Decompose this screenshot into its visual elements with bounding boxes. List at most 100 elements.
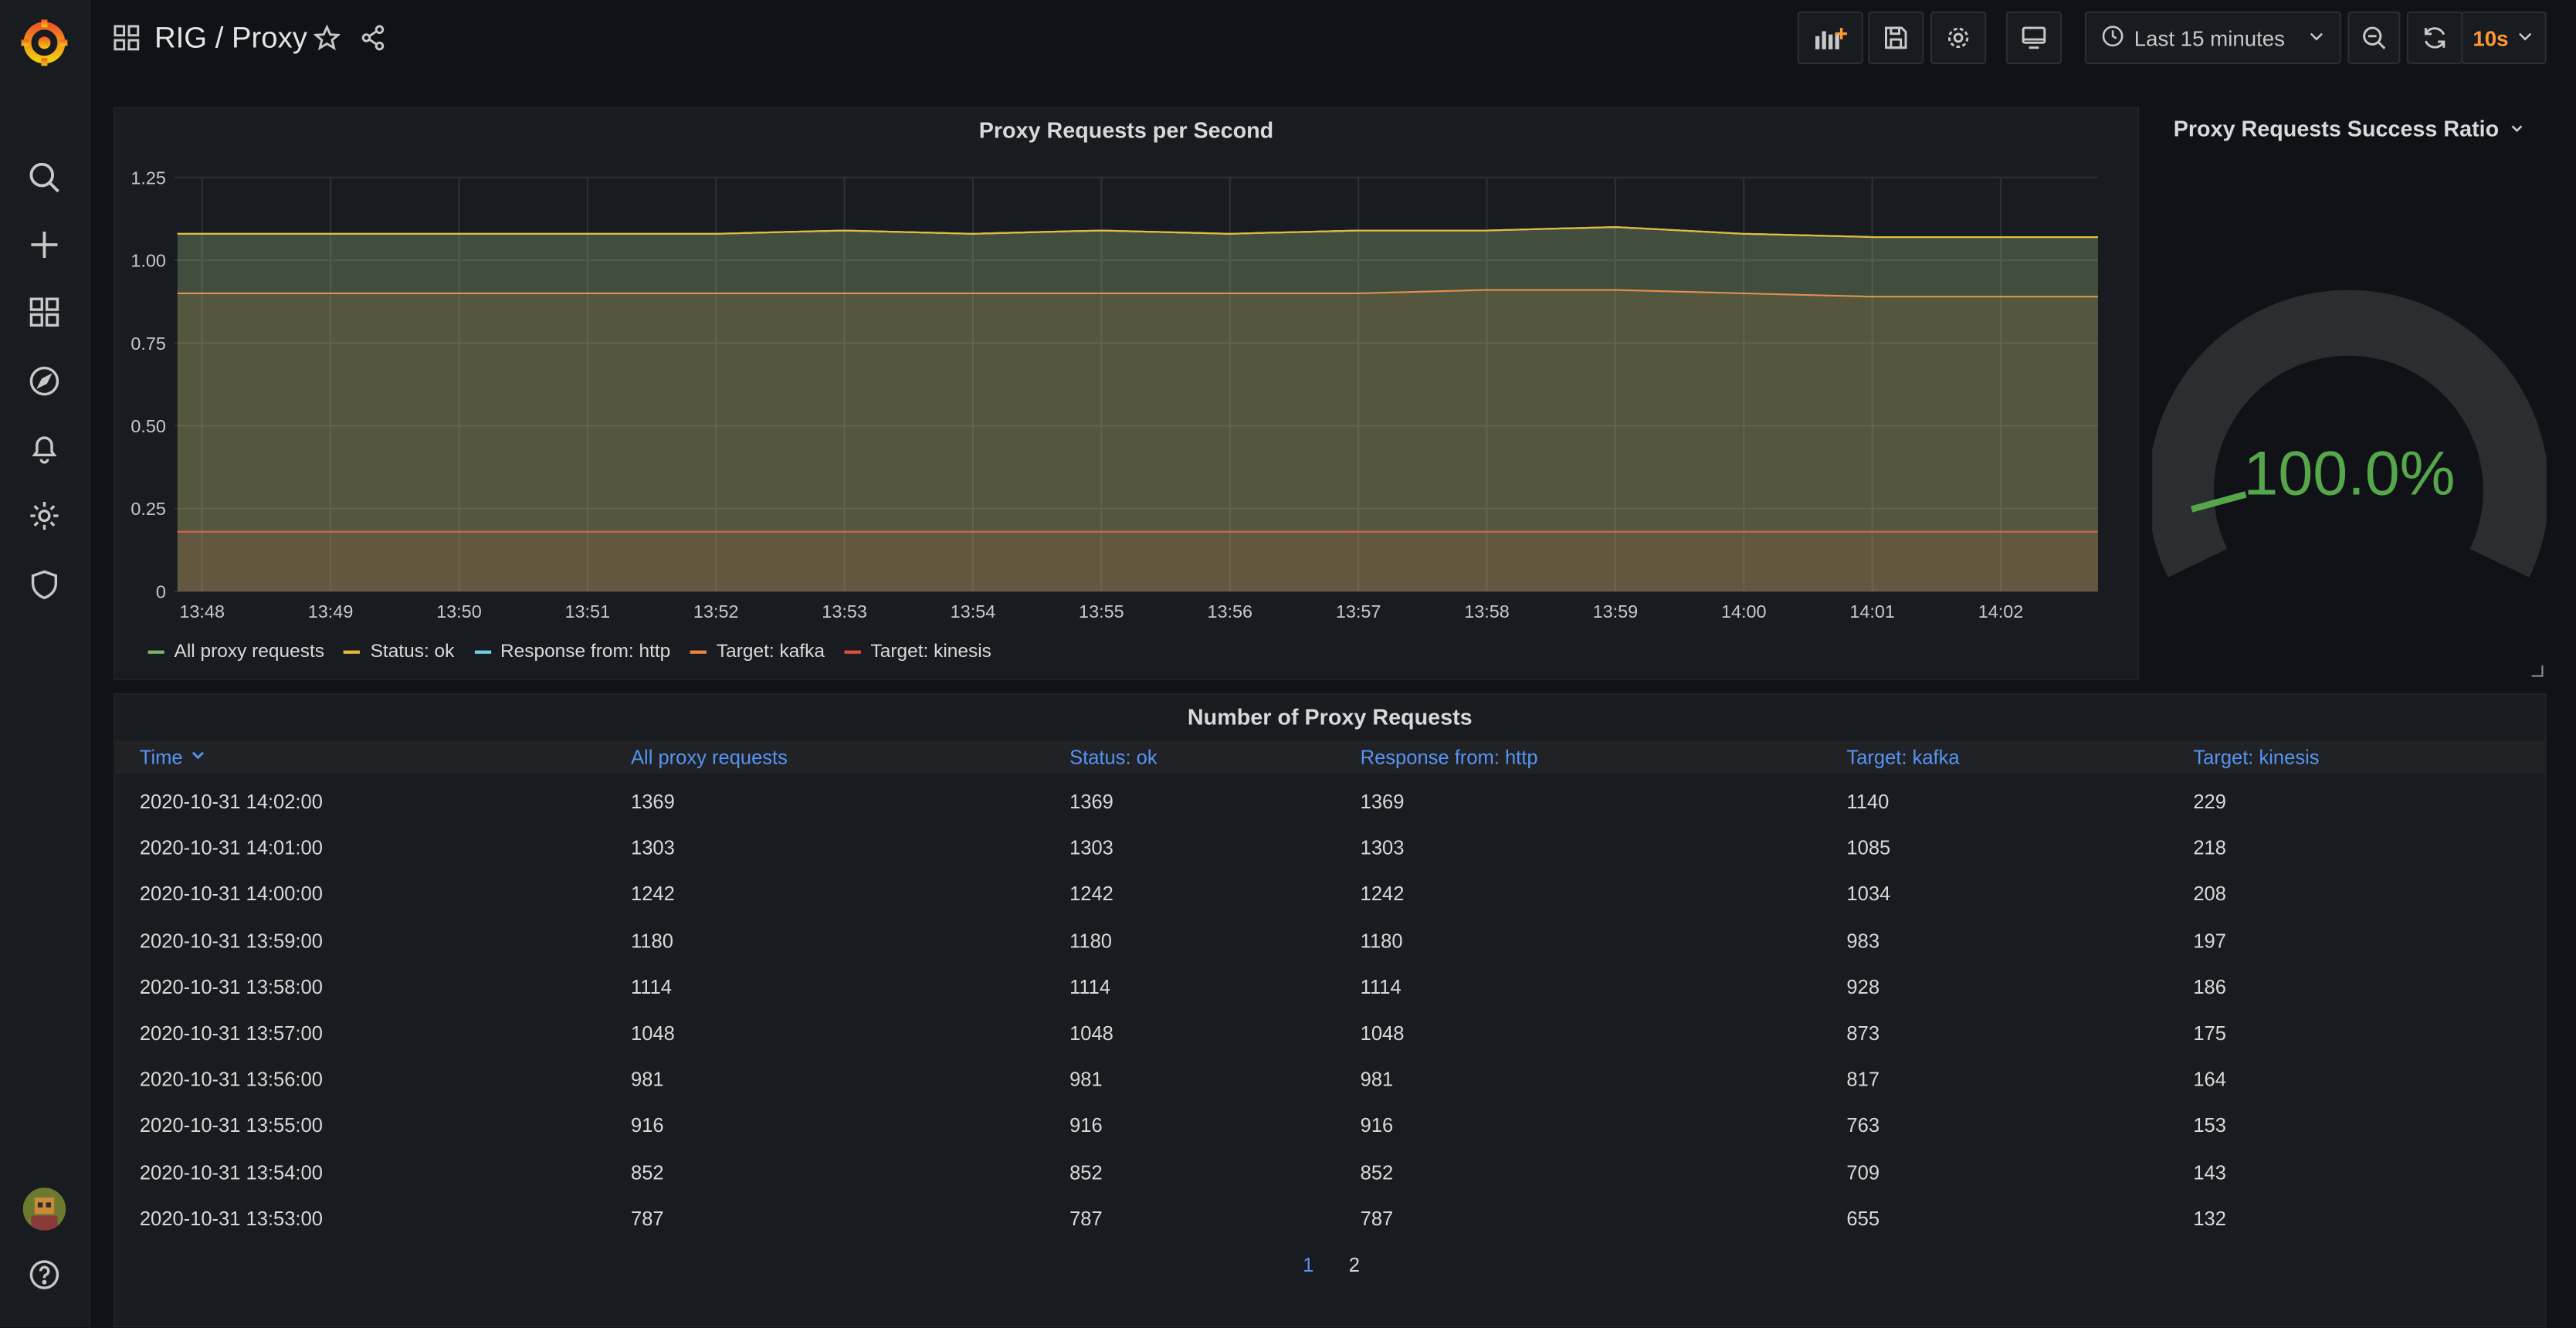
table-cell: 787 xyxy=(1069,1207,1103,1231)
table-row: 2020-10-31 13:57:00 1048 1048 1048 873 175 xyxy=(115,1012,2545,1059)
legend-swatch xyxy=(344,650,361,654)
shield-icon[interactable] xyxy=(25,565,64,605)
column-header-status-ok[interactable]: Status: ok xyxy=(1069,746,1158,769)
table-row: 2020-10-31 13:56:00 981 981 981 817 164 xyxy=(115,1059,2545,1105)
table-cell: 1114 xyxy=(630,975,673,999)
plus-icon[interactable] xyxy=(25,225,64,264)
table-cell: 916 xyxy=(1069,1114,1103,1138)
tv-mode-button[interactable] xyxy=(2005,11,2062,64)
settings-gear-icon[interactable] xyxy=(25,496,64,536)
x-tick-label: 13:56 xyxy=(1207,601,1252,622)
table-cell: 164 xyxy=(2193,1068,2226,1092)
dashboard-grid-icon[interactable] xyxy=(114,25,140,51)
y-tick-label: 0.75 xyxy=(130,334,166,354)
help-icon[interactable] xyxy=(25,1255,64,1294)
table-cell: 1369 xyxy=(1069,790,1113,814)
table-cell: 2020-10-31 13:58:00 xyxy=(139,975,323,999)
legend-label: Status: ok xyxy=(370,642,455,662)
table-cell: 153 xyxy=(2193,1114,2226,1138)
grafana-logo-icon[interactable] xyxy=(18,16,70,69)
timeseries-panel: Proxy Requests per Second 1.25 1.00 0.75 0.… xyxy=(113,107,2140,680)
table-cell: 1303 xyxy=(1360,836,1405,860)
time-range-picker[interactable]: Last 15 minutes xyxy=(2084,11,2341,64)
explore-compass-icon[interactable] xyxy=(25,361,64,401)
y-tick-label: 0.50 xyxy=(130,416,166,436)
legend-item[interactable]: Target: kafka xyxy=(690,642,825,662)
table-row: 2020-10-31 13:58:00 1114 1114 1114 928 186 xyxy=(115,966,2545,1012)
legend-item[interactable]: Response from: http xyxy=(473,642,670,662)
table-cell: 1180 xyxy=(1069,929,1112,953)
table-cell: 1085 xyxy=(1846,836,1891,860)
zoom-out-button[interactable] xyxy=(2347,11,2401,64)
table-cell: 1180 xyxy=(1360,929,1403,953)
table-row: 2020-10-31 13:59:00 1180 1180 1180 983 197 xyxy=(115,920,2545,966)
panel-title: Proxy Requests Success Ratio xyxy=(2173,117,2500,141)
share-icon[interactable] xyxy=(360,25,386,59)
table-cell: 916 xyxy=(1360,1114,1394,1138)
gauge-title-wrap[interactable]: Proxy Requests Success Ratio xyxy=(2152,117,2547,141)
table-row: 2020-10-31 13:53:00 787 787 787 655 132 xyxy=(115,1198,2545,1244)
sort-desc-icon xyxy=(189,746,207,769)
table-cell: 873 xyxy=(1846,1021,1880,1045)
x-tick-label: 14:02 xyxy=(1978,601,2024,622)
table-header: Time All proxy requests Status: ok Respo… xyxy=(114,740,2545,774)
table-cell: 852 xyxy=(1360,1160,1394,1184)
table-cell: 2020-10-31 14:00:00 xyxy=(139,883,323,906)
column-header-kinesis[interactable]: Target: kinesis xyxy=(2193,746,2319,769)
column-header-all[interactable]: All proxy requests xyxy=(631,746,788,769)
resize-handle[interactable] xyxy=(2531,665,2544,677)
table-cell: 1048 xyxy=(1360,1021,1405,1045)
star-icon[interactable] xyxy=(313,24,341,59)
table-cell: 208 xyxy=(2193,883,2226,906)
x-tick-label: 13:52 xyxy=(693,601,739,622)
refresh-button[interactable] xyxy=(2406,11,2463,64)
table-row: 2020-10-31 14:02:00 1369 1369 1369 1140 229 xyxy=(115,781,2545,827)
table-cell: 852 xyxy=(630,1160,664,1184)
page-2-link[interactable]: 2 xyxy=(1349,1253,1360,1276)
gauge-graphic: 100.0% xyxy=(2152,290,2547,578)
dashboards-icon[interactable] xyxy=(25,293,64,332)
x-tick-label: 13:54 xyxy=(951,601,996,622)
legend-item[interactable]: Status: ok xyxy=(344,642,455,662)
table-cell: 1048 xyxy=(1069,1021,1113,1045)
gauge-panel: Proxy Requests Success Ratio 100.0% xyxy=(2152,107,2547,680)
panel-title[interactable]: Proxy Requests per Second xyxy=(115,118,2137,143)
table-cell: 2020-10-31 14:01:00 xyxy=(139,836,323,860)
column-header-http[interactable]: Response from: http xyxy=(1361,746,1538,769)
legend-label: Target: kafka xyxy=(716,642,825,662)
table-panel: Number of Proxy Requests Time All proxy … xyxy=(113,693,2547,1328)
table-cell: 2020-10-31 13:56:00 xyxy=(139,1068,323,1092)
search-icon[interactable] xyxy=(25,158,64,197)
y-tick-label: 1.25 xyxy=(130,168,166,188)
table-cell: 1242 xyxy=(1069,883,1113,906)
column-header-kafka[interactable]: Target: kafka xyxy=(1846,746,1959,769)
legend-item[interactable]: Target: kinesis xyxy=(844,642,991,662)
page-1-link[interactable]: 1 xyxy=(1303,1253,1313,1276)
table-cell: 709 xyxy=(1846,1160,1880,1184)
dashboard-title[interactable]: RIG / Proxy xyxy=(154,22,307,56)
save-dashboard-button[interactable] xyxy=(1868,11,1924,64)
panel-title[interactable]: Number of Proxy Requests xyxy=(115,705,2545,730)
table-cell: 763 xyxy=(1846,1114,1880,1138)
alerting-bell-icon[interactable] xyxy=(25,429,64,468)
x-tick-label: 13:58 xyxy=(1464,601,1510,622)
table-cell: 2020-10-31 13:53:00 xyxy=(139,1207,323,1231)
table-cell: 2020-10-31 13:55:00 xyxy=(139,1114,323,1138)
timeseries-chart[interactable]: 1.25 1.00 0.75 0.50 0.25 0 13:48 13:49 13:50 13:5… xyxy=(115,150,2137,676)
table-cell: 2020-10-31 14:02:00 xyxy=(139,790,323,814)
column-header-time[interactable]: Time xyxy=(140,746,208,769)
table-cell: 1369 xyxy=(1360,790,1405,814)
table-row: 2020-10-31 13:55:00 916 916 916 763 153 xyxy=(115,1105,2545,1151)
refresh-interval-picker[interactable]: 10s xyxy=(2461,11,2547,64)
user-avatar[interactable] xyxy=(22,1187,66,1231)
add-panel-button[interactable] xyxy=(1797,11,1863,64)
dashboard-settings-button[interactable] xyxy=(1930,11,1987,64)
table-cell: 983 xyxy=(1846,929,1880,953)
table-cell: 132 xyxy=(2193,1207,2226,1231)
x-tick-label: 13:50 xyxy=(436,601,482,622)
legend-item[interactable]: All proxy requests xyxy=(147,642,324,662)
table-cell: 2020-10-31 13:57:00 xyxy=(139,1021,323,1045)
table-row: 2020-10-31 13:54:00 852 852 852 709 143 xyxy=(115,1151,2545,1198)
x-tick-label: 13:57 xyxy=(1336,601,1381,622)
refresh-interval-label: 10s xyxy=(2473,25,2509,50)
